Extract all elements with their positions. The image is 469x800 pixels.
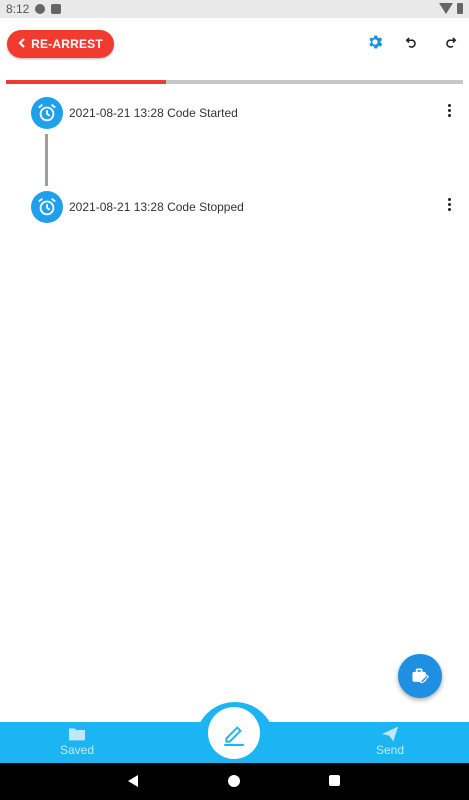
timeline-event[interactable]: 2021-08-21 13:28 Code Stopped bbox=[31, 191, 461, 223]
gear-icon[interactable] bbox=[365, 32, 385, 52]
saved-tab[interactable]: Saved bbox=[47, 725, 107, 757]
event-text: 2021-08-21 13:28 Code Stopped bbox=[69, 200, 244, 214]
timeline-connector bbox=[45, 134, 48, 186]
more-vert-icon[interactable] bbox=[448, 104, 452, 119]
alarm-clock-icon bbox=[31, 97, 63, 129]
re-arrest-label: RE-ARREST bbox=[31, 37, 103, 51]
notification-icon bbox=[35, 4, 46, 14]
add-note-fab[interactable] bbox=[398, 654, 442, 698]
sd-card-icon bbox=[51, 4, 62, 14]
send-tab[interactable]: Send bbox=[360, 725, 420, 757]
redo-icon[interactable] bbox=[440, 32, 460, 52]
chevron-left-icon bbox=[18, 37, 26, 51]
edit-pencil-icon bbox=[224, 726, 244, 746]
alarm-clock-icon bbox=[31, 191, 63, 223]
app-header: RE-ARREST bbox=[0, 18, 469, 84]
edit-button[interactable] bbox=[208, 707, 260, 759]
recents-icon[interactable] bbox=[329, 775, 340, 786]
battery-icon bbox=[457, 3, 463, 14]
wifi-icon bbox=[439, 3, 453, 14]
timeline-event[interactable]: 2021-08-21 13:28 Code Started bbox=[31, 97, 461, 129]
re-arrest-button[interactable]: RE-ARREST bbox=[7, 30, 114, 58]
progress-fill bbox=[6, 80, 166, 84]
event-text: 2021-08-21 13:28 Code Started bbox=[69, 106, 238, 120]
status-right bbox=[439, 3, 463, 14]
progress-bar bbox=[6, 80, 463, 84]
back-icon[interactable] bbox=[128, 775, 138, 787]
saved-tab-label: Saved bbox=[59, 743, 95, 757]
more-vert-icon[interactable] bbox=[448, 198, 452, 213]
briefcase-edit-icon bbox=[412, 668, 430, 684]
home-icon[interactable] bbox=[228, 775, 240, 787]
status-time: 8:12 bbox=[6, 2, 30, 16]
undo-icon[interactable] bbox=[402, 32, 422, 52]
status-bar: 8:12 bbox=[0, 0, 469, 18]
folder-icon bbox=[47, 725, 107, 743]
send-icon bbox=[360, 725, 420, 743]
send-tab-label: Send bbox=[375, 743, 405, 757]
